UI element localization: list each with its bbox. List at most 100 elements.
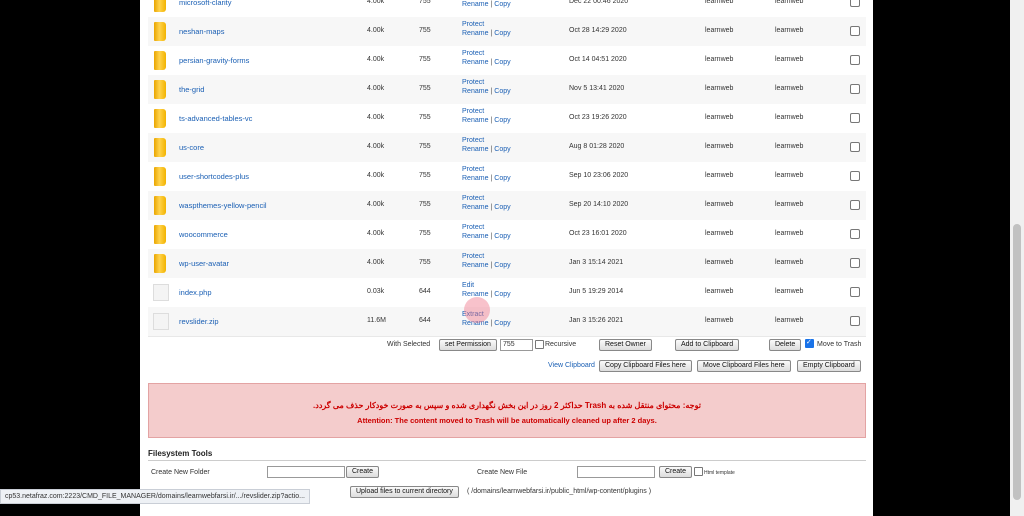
rename-link[interactable]: Rename	[462, 59, 488, 66]
permission-input[interactable]: 755	[500, 339, 533, 351]
row-select-checkbox[interactable]	[850, 258, 860, 268]
copy-link[interactable]: Copy	[494, 1, 510, 8]
file-primary-action-link[interactable]: Protect	[462, 79, 484, 86]
folder-icon[interactable]	[154, 196, 166, 215]
upload-files-button[interactable]: Upload files to current directory	[350, 486, 459, 498]
file-primary-action-link[interactable]: Protect	[462, 253, 484, 260]
rename-link[interactable]: Rename	[462, 262, 488, 269]
folder-icon[interactable]	[154, 80, 166, 99]
row-select-checkbox[interactable]	[850, 142, 860, 152]
file-name-link[interactable]: ts-advanced-tables-vc	[179, 114, 252, 123]
file-primary-action-link[interactable]: Edit	[462, 282, 474, 289]
move-to-trash-checkbox[interactable]	[805, 338, 814, 348]
row-select-checkbox[interactable]	[850, 229, 860, 239]
folder-icon[interactable]	[154, 22, 166, 41]
rename-link[interactable]: Rename	[462, 1, 488, 8]
copy-link[interactable]: Copy	[494, 146, 510, 153]
row-select-checkbox[interactable]	[850, 200, 860, 210]
file-permission[interactable]: 644	[419, 288, 431, 295]
scrollbar-thumb[interactable]	[1013, 224, 1021, 500]
copy-link[interactable]: Copy	[494, 117, 510, 124]
folder-icon[interactable]	[154, 254, 166, 273]
file-icon[interactable]	[153, 313, 169, 330]
file-permission[interactable]: 755	[419, 114, 431, 121]
file-row[interactable]: persian-gravity-forms 4.00k 755 Protect Rena…	[148, 46, 866, 76]
row-select-checkbox[interactable]	[850, 287, 860, 297]
folder-icon[interactable]	[154, 167, 166, 186]
row-select-checkbox[interactable]	[850, 0, 860, 7]
file-row[interactable]: ts-advanced-tables-vc 4.00k 755 Protect Rena…	[148, 104, 866, 134]
file-row[interactable]: wp-user-avatar 4.00k 755 Protect Rename | Copy…	[148, 249, 866, 279]
file-permission[interactable]: 755	[419, 201, 431, 208]
folder-icon[interactable]	[154, 138, 166, 157]
file-name-link[interactable]: microsoft-clarity	[179, 0, 232, 7]
file-permission[interactable]: 755	[419, 56, 431, 63]
new-file-input[interactable]	[577, 466, 655, 478]
folder-icon[interactable]	[154, 51, 166, 70]
copy-link[interactable]: Copy	[494, 233, 510, 240]
file-permission[interactable]: 755	[419, 85, 431, 92]
file-row[interactable]: user-shortcodes-plus 4.00k 755 Protect Renam…	[148, 162, 866, 192]
file-permission[interactable]: 755	[419, 143, 431, 150]
recursive-checkbox[interactable]	[535, 340, 544, 349]
file-permission[interactable]: 755	[419, 27, 431, 34]
file-name-link[interactable]: persian-gravity-forms	[179, 56, 249, 65]
file-permission[interactable]: 755	[419, 259, 431, 266]
empty-clipboard-button[interactable]: Empty Clipboard	[797, 360, 861, 372]
copy-link[interactable]: Copy	[494, 30, 510, 37]
file-permission[interactable]: 644	[419, 317, 431, 324]
file-primary-action-link[interactable]: Protect	[462, 195, 484, 202]
file-name-link[interactable]: neshan-maps	[179, 27, 224, 36]
file-primary-action-link[interactable]: Protect	[462, 108, 484, 115]
copy-link[interactable]: Copy	[494, 204, 510, 211]
file-row[interactable]: index.php 0.03k 644 Edit Rename | Copy Jun 5 19…	[148, 278, 866, 308]
rename-link[interactable]: Rename	[462, 233, 488, 240]
file-primary-action-link[interactable]: Protect	[462, 166, 484, 173]
file-primary-action-link[interactable]: Protect	[462, 137, 484, 144]
folder-icon[interactable]	[154, 109, 166, 128]
file-permission[interactable]: 755	[419, 230, 431, 237]
file-permission[interactable]: 755	[419, 0, 431, 5]
file-name-link[interactable]: woocommerce	[179, 230, 228, 239]
add-to-clipboard-button[interactable]: Add to Clipboard	[675, 339, 740, 351]
copy-link[interactable]: Copy	[494, 320, 510, 327]
folder-icon[interactable]	[154, 0, 166, 12]
delete-button[interactable]: Delete	[769, 339, 802, 351]
reset-owner-button[interactable]: Reset Owner	[599, 339, 652, 351]
file-permission[interactable]: 755	[419, 172, 431, 179]
row-select-checkbox[interactable]	[850, 55, 860, 65]
rename-link[interactable]: Rename	[462, 117, 488, 124]
file-name-link[interactable]: us-core	[179, 143, 204, 152]
copy-link[interactable]: Copy	[494, 175, 510, 182]
create-folder-button[interactable]: Create	[346, 466, 380, 478]
html-template-checkbox[interactable]	[694, 467, 703, 476]
rename-link[interactable]: Rename	[462, 30, 488, 37]
file-row[interactable]: us-core 4.00k 755 Protect Rename | Copy Aug 8 0…	[148, 133, 866, 163]
file-row[interactable]: waspthemes-yellow-pencil 4.00k 755 Protect R…	[148, 191, 866, 221]
file-primary-action-link[interactable]: Protect	[462, 224, 484, 231]
file-name-link[interactable]: wp-user-avatar	[179, 259, 229, 268]
rename-link[interactable]: Rename	[462, 146, 488, 153]
row-select-checkbox[interactable]	[850, 84, 860, 94]
row-select-checkbox[interactable]	[850, 113, 860, 123]
file-name-link[interactable]: waspthemes-yellow-pencil	[179, 201, 267, 210]
file-name-link[interactable]: index.php	[179, 288, 212, 297]
page-scrollbar[interactable]	[1010, 0, 1024, 516]
create-file-button[interactable]: Create	[659, 466, 693, 478]
view-clipboard-link[interactable]: View Clipboard	[548, 362, 595, 369]
set-permission-button[interactable]: set Permission	[439, 339, 497, 351]
rename-link[interactable]: Rename	[462, 204, 488, 211]
rename-link[interactable]: Rename	[462, 88, 488, 95]
folder-icon[interactable]	[154, 225, 166, 244]
row-select-checkbox[interactable]	[850, 171, 860, 181]
file-primary-action-link[interactable]: Protect	[462, 50, 484, 57]
copy-link[interactable]: Copy	[494, 88, 510, 95]
copy-link[interactable]: Copy	[494, 262, 510, 269]
file-name-link[interactable]: user-shortcodes-plus	[179, 172, 249, 181]
row-select-checkbox[interactable]	[850, 316, 860, 326]
copy-clipboard-here-button[interactable]: Copy Clipboard Files here	[599, 360, 692, 372]
rename-link[interactable]: Rename	[462, 175, 488, 182]
file-row[interactable]: woocommerce 4.00k 755 Protect Rename | Copy Oct…	[148, 220, 866, 250]
row-select-checkbox[interactable]	[850, 26, 860, 36]
file-row[interactable]: neshan-maps 4.00k 755 Protect Rename | Copy Oct…	[148, 17, 866, 47]
